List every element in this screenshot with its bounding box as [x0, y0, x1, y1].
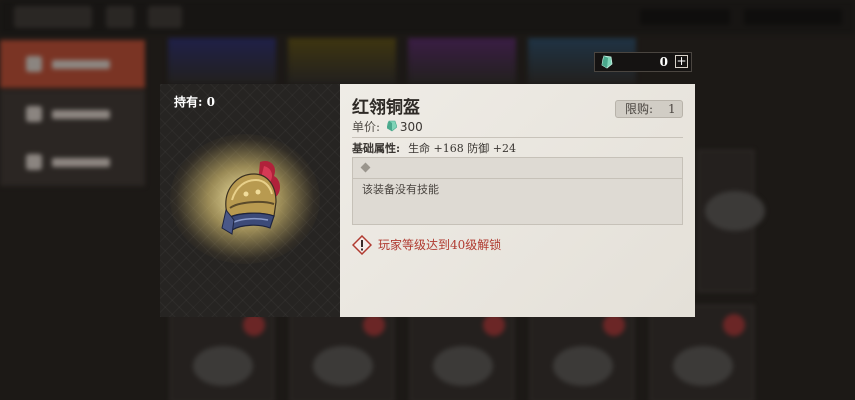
green-gem-icon [386, 120, 397, 132]
exclamation-diamond-icon [352, 235, 372, 255]
shop-screen: 0 + 持有: 0 红翎铜盔 限购: 1 单价: 300 基础属性: 生命 +1… [0, 0, 855, 400]
currency-bar-2 [744, 9, 842, 25]
item-preview-panel: 持有: 0 [160, 84, 340, 317]
purchase-limit-badge: 限购: 1 [615, 100, 683, 118]
shop-card[interactable] [170, 305, 274, 400]
item-name: 红翎铜盔 [352, 98, 420, 118]
base-attributes-values: 生命 +168 防御 +24 [408, 142, 516, 155]
shop-card[interactable] [290, 305, 394, 400]
sidebar-tab-2[interactable] [0, 90, 145, 138]
shop-card[interactable] [650, 305, 754, 400]
purchase-limit-value: 1 [668, 102, 676, 116]
price-label: 单价: [352, 120, 381, 134]
green-gem-icon [601, 55, 613, 69]
currency-bar-1 [640, 9, 730, 25]
item-detail-dialog: 持有: 0 红翎铜盔 限购: 1 单价: 300 基础属性: 生命 +168 防… [160, 84, 695, 317]
skill-box: 该装备没有技能 [352, 157, 683, 225]
shop-card[interactable] [530, 305, 634, 400]
item-info-panel: 红翎铜盔 限购: 1 单价: 300 基础属性: 生命 +168 防御 +24 [340, 84, 695, 317]
price-value: 300 [399, 120, 423, 134]
skill-box-header [353, 158, 682, 179]
menu-button[interactable] [148, 6, 182, 28]
base-attributes: 基础属性: 生命 +168 防御 +24 [352, 142, 516, 155]
price-row: 单价: 300 [352, 120, 423, 134]
shop-card[interactable] [698, 150, 765, 292]
divider [352, 137, 683, 138]
shop-card-top[interactable] [408, 38, 516, 84]
shop-card[interactable] [410, 305, 514, 400]
unlock-requirement-text: 玩家等级达到40级解锁 [378, 238, 502, 252]
back-button[interactable] [14, 6, 92, 28]
plus-icon[interactable]: + [675, 55, 688, 68]
sidebar-tab-1[interactable] [0, 40, 145, 88]
currency-counter: 0 + [594, 52, 692, 72]
shop-card-top[interactable] [168, 38, 276, 84]
base-attributes-label: 基础属性: [352, 142, 401, 155]
purchase-limit-label: 限购: [625, 102, 654, 116]
currency-count: 0 [659, 55, 668, 69]
sidebar-tab-3[interactable] [0, 138, 145, 186]
top-bar [0, 0, 855, 34]
diamond-icon [360, 162, 371, 173]
no-skill-text: 该装备没有技能 [362, 183, 439, 196]
home-button[interactable] [106, 6, 134, 28]
helmet-icon [221, 160, 280, 235]
holding-count: 持有: 0 [174, 95, 215, 109]
shop-card-top[interactable] [288, 38, 396, 84]
